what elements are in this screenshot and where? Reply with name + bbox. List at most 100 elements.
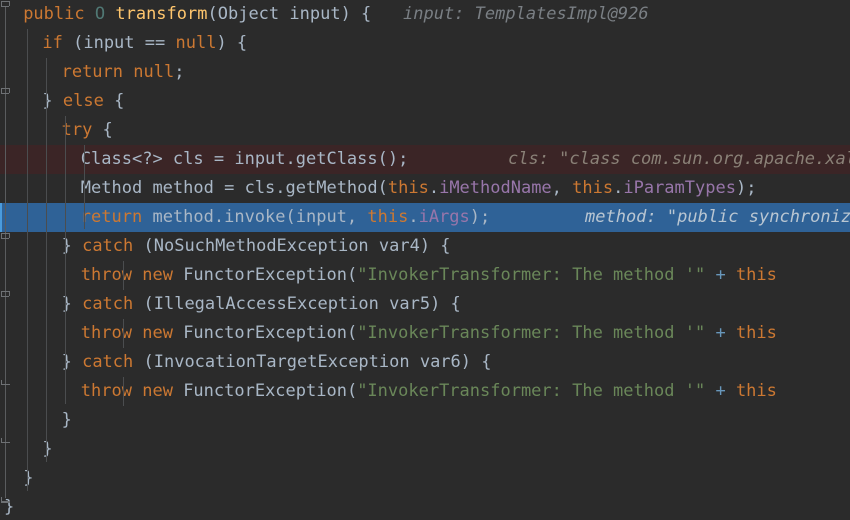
code-token-pun: ); [469, 207, 491, 227]
code-token-pun [85, 4, 95, 24]
code-token-pun: , [551, 178, 573, 198]
code-line[interactable]: return method.invoke(input, this.iArgs);… [0, 203, 850, 232]
code-token-pun [123, 62, 133, 82]
code-token-pun: { [103, 91, 125, 111]
code-token-pun: } [61, 410, 72, 430]
code-line-text: throw new FunctorException("InvokerTrans… [81, 377, 777, 406]
code-line-background [0, 116, 850, 145]
code-token-pun: ; [174, 62, 185, 82]
code-token-pun: } [4, 497, 15, 517]
code-token-typ: method.invoke(input, [142, 207, 368, 227]
code-line-text: return null; [62, 58, 185, 87]
code-line-text: throw new FunctorException("InvokerTrans… [81, 261, 777, 290]
code-line-text: } catch (NoSuchMethodException var4) { [62, 232, 451, 261]
code-line-text: } [42, 435, 52, 464]
code-token-kw: throw [80, 323, 132, 343]
code-token-kw: return [61, 62, 124, 82]
code-line-background [0, 406, 850, 435]
code-token-kw: catch [82, 236, 134, 256]
code-token-kw: try [61, 120, 93, 140]
code-line-text: Method method = cls.getMethod(this.iMeth… [81, 174, 757, 203]
indent-guide [123, 377, 124, 406]
code-line-text: Class<?> cls = input.getClass(); [81, 145, 409, 174]
code-line-text: } [23, 464, 33, 493]
code-token-kw: new [142, 265, 173, 285]
code-line[interactable]: Method method = cls.getMethod(this.iMeth… [0, 174, 850, 203]
code-token-kw: this [572, 178, 614, 198]
code-line[interactable]: if (input == null) { [0, 29, 850, 58]
code-token-pun: } [42, 439, 53, 459]
code-token-str: "InvokerTransformer: The method '" [357, 265, 706, 285]
code-token-typ: (InvocationTargetException var6) { [133, 352, 492, 372]
code-token-typ: FunctorException( [172, 323, 358, 343]
code-token-kw: return [80, 207, 143, 227]
code-token-kw: null [133, 62, 175, 82]
code-token-pun [705, 323, 715, 343]
code-token-kw: this [367, 207, 409, 227]
code-token-kw: public [23, 4, 85, 24]
code-editor[interactable]: public O transform(Object input) {input:… [0, 0, 850, 520]
code-line[interactable]: throw new FunctorException("InvokerTrans… [0, 319, 850, 348]
code-line[interactable]: Class<?> cls = input.getClass(); cls: "cl… [0, 145, 850, 174]
code-token-kw: this [387, 178, 429, 198]
code-line-text: } [62, 406, 72, 435]
code-line-background [0, 493, 850, 520]
code-line[interactable]: try { [0, 116, 850, 145]
code-line[interactable]: throw new FunctorException("InvokerTrans… [0, 261, 850, 290]
code-line[interactable]: } [0, 493, 850, 520]
code-line-background [0, 464, 850, 493]
code-token-plus: + [715, 381, 726, 401]
code-token-kw: else [62, 91, 104, 111]
code-line[interactable]: } else { [0, 87, 850, 116]
code-token-pun: == [144, 33, 166, 53]
inline-debug-hint[interactable]: method: "public synchroniz [585, 203, 850, 232]
code-token-fld: iArgs [418, 207, 470, 227]
code-token-kw: catch [82, 294, 134, 314]
code-line-text: return method.invoke(input, this.iArgs); [81, 203, 490, 232]
code-line[interactable]: } catch (IllegalAccessException var5) { [0, 290, 850, 319]
code-token-typ: FunctorException( [172, 381, 358, 401]
code-token-pun [132, 381, 142, 401]
indent-guide [123, 319, 124, 348]
code-token-typ: Object [217, 4, 280, 24]
code-line[interactable]: } catch (InvocationTargetException var6)… [0, 348, 850, 377]
code-token-kw: new [142, 381, 173, 401]
code-token-typ: input.getClass(); [224, 149, 409, 169]
code-line-background [0, 435, 850, 464]
indent-guide [27, 29, 28, 491]
code-line-text: if (input == null) { [42, 29, 247, 58]
code-line-text: } else { [42, 87, 124, 116]
code-token-pun [132, 323, 142, 343]
code-line-text: try { [62, 116, 113, 145]
execution-point-marker [0, 203, 2, 232]
code-token-pun: . [428, 178, 440, 198]
code-token-pun: } [23, 468, 34, 488]
code-line-text: } catch (InvocationTargetException var6)… [62, 348, 492, 377]
code-token-typ: cls.getMethod( [234, 178, 388, 198]
code-token-kw: throw [80, 381, 132, 401]
code-line[interactable]: public O transform(Object input) {input:… [0, 0, 850, 29]
inline-debug-hint[interactable]: input: TemplatesImpl@926 [403, 0, 649, 29]
code-token-pun [705, 265, 715, 285]
code-token-typ: FunctorException( [172, 265, 358, 285]
code-token-pun [726, 323, 736, 343]
code-token-plus: + [715, 323, 726, 343]
code-token-plus: + [715, 265, 726, 285]
code-token-pun [705, 381, 715, 401]
code-line[interactable]: throw new FunctorException("InvokerTrans… [0, 377, 850, 406]
code-line[interactable]: } catch (NoSuchMethodException var4) { [0, 232, 850, 261]
inline-debug-hint[interactable]: cls: "class com.sun.org.apache.xal [508, 145, 850, 174]
code-token-pun: = [224, 178, 235, 198]
code-token-kw: this [735, 381, 777, 401]
code-line[interactable]: } [0, 406, 850, 435]
code-line[interactable]: } [0, 464, 850, 493]
code-line[interactable]: return null; [0, 58, 850, 87]
code-token-typ: (input [62, 33, 145, 53]
code-token-kw: throw [80, 265, 132, 285]
code-token-pun [726, 381, 736, 401]
code-token-pun [105, 4, 115, 24]
code-line-background [0, 87, 850, 116]
code-token-pun: ) { [216, 33, 248, 53]
code-line[interactable]: } [0, 435, 850, 464]
code-token-mth: transform [115, 4, 208, 24]
